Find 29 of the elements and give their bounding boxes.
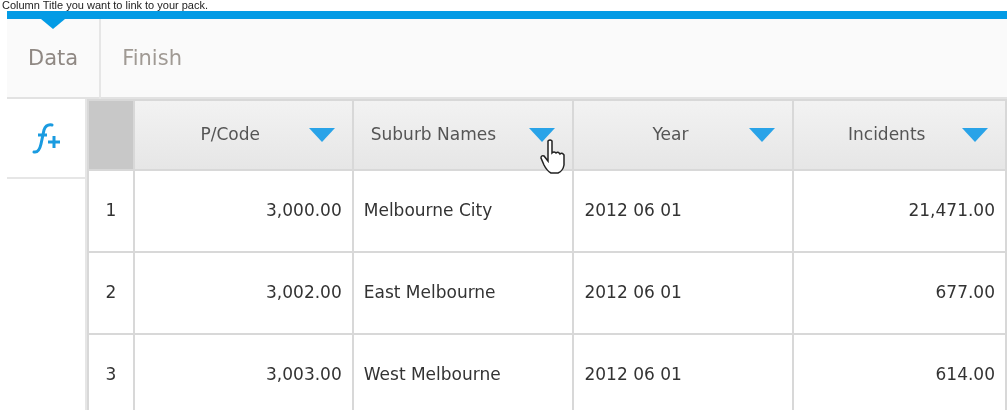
table-cell: 3,003.00: [133, 334, 353, 410]
formula-icon: [30, 122, 62, 154]
dropdown-arrow-icon[interactable]: [749, 128, 776, 142]
dropdown-arrow-icon[interactable]: [529, 128, 556, 142]
column-header[interactable]: Incidents: [793, 100, 1006, 170]
table-cell: 3,000.00: [133, 170, 353, 252]
table-cell: 677.00: [793, 252, 1006, 334]
table-cell: 3,002.00: [133, 252, 353, 334]
caption-text: Column Title you want to link to your pack.: [1, 0, 210, 11]
column-title: Incidents: [847, 123, 927, 147]
dropdown-arrow-icon[interactable]: [962, 128, 988, 142]
table-cell: 2012 06 01: [573, 170, 794, 252]
table-cell: West Melbourne: [352, 334, 574, 410]
column-title: Year: [651, 123, 690, 147]
table-cell: 2012 06 01: [573, 252, 794, 334]
table-cell: East Melbourne: [352, 252, 574, 334]
table-cell: 2012 06 01: [573, 334, 794, 410]
hand-cursor-icon: [539, 139, 566, 175]
row-number: 3: [88, 334, 134, 410]
table-cell: Melbourne City: [352, 170, 574, 252]
column-title: Suburb Names: [370, 123, 498, 147]
row-number: 1: [88, 170, 134, 252]
dropdown-arrow-icon[interactable]: [308, 128, 335, 142]
column-header[interactable]: P/Code: [133, 100, 353, 170]
column-header[interactable]: Year: [573, 100, 794, 170]
table-cell: 21,471.00: [793, 170, 1006, 252]
column-title: P/Code: [199, 123, 261, 147]
table-cell: 614.00: [793, 334, 1006, 410]
row-number: 2: [88, 252, 134, 334]
